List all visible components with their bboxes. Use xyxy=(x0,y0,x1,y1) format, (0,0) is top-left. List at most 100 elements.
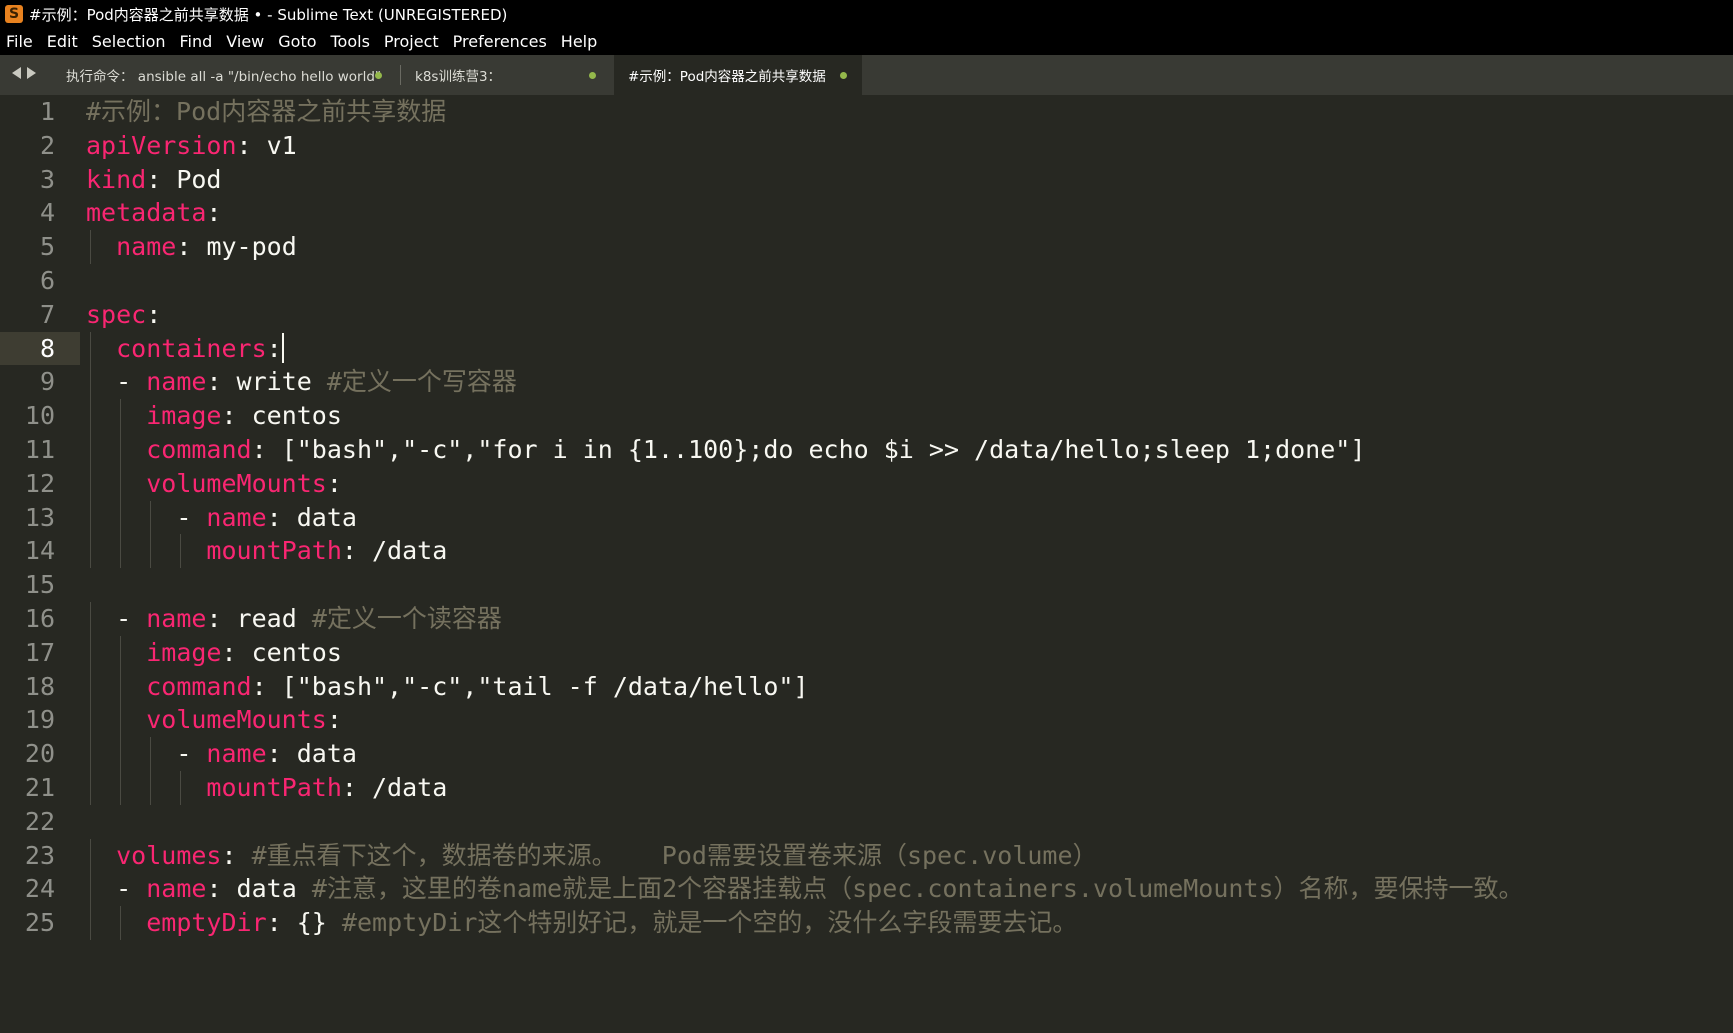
text-cursor xyxy=(281,332,284,363)
code-line[interactable]: metadata: xyxy=(86,196,1524,230)
indent-text xyxy=(86,401,146,430)
code-line[interactable]: volumeMounts: xyxy=(86,703,1524,738)
indent-guide xyxy=(90,770,91,805)
code-line[interactable]: command: ["bash","-c","for i in {1..100}… xyxy=(86,432,1524,467)
code-line[interactable]: - name: data xyxy=(86,500,1524,535)
indent-guide xyxy=(90,432,91,467)
line-number: 21 xyxy=(24,772,55,802)
indent-guide xyxy=(150,534,152,569)
indent-guide xyxy=(90,365,91,400)
code-line[interactable]: volumes: #重点看下这个，数据卷的来源。 Pod需要设置卷来源（spec… xyxy=(86,838,1524,873)
line-number: 11 xyxy=(24,434,55,464)
indent-guide xyxy=(90,601,91,636)
indent-text xyxy=(86,435,146,464)
code-line[interactable] xyxy=(86,568,1524,602)
comment-text: #重点看下这个，数据卷的来源。 Pod需要设置卷来源（spec.volume） xyxy=(251,840,1098,870)
yaml-key: kind xyxy=(86,164,147,194)
yaml-value: Pod xyxy=(161,164,222,194)
colon: : xyxy=(326,468,342,498)
indent-guide xyxy=(90,534,91,569)
indent-guide xyxy=(120,432,122,467)
yaml-key: image xyxy=(146,401,222,431)
line-number-gutter: 1 2 3 4 5 6 7 8 9 10 11 12 13 14 15 16 1… xyxy=(0,95,80,940)
colon: : xyxy=(326,705,342,735)
indent-text xyxy=(86,469,146,498)
colon: : xyxy=(206,874,222,904)
code-line[interactable]: - name: data xyxy=(86,737,1524,771)
tab-ansible-command[interactable]: 执行命令： ansible all -a "/bin/echo hello wo… xyxy=(52,55,397,95)
code-line[interactable]: image: centos xyxy=(86,635,1524,670)
menu-view[interactable]: View xyxy=(219,32,271,51)
line-number: 9 xyxy=(39,367,55,397)
indent-guide xyxy=(120,635,122,670)
colon: : xyxy=(176,232,192,262)
yaml-value xyxy=(237,841,252,870)
code-line[interactable]: containers: xyxy=(86,331,1524,366)
indent-text xyxy=(86,672,146,701)
indent-text xyxy=(86,503,176,532)
code-line[interactable]: kind: Pod xyxy=(86,163,1524,197)
modified-dot-icon xyxy=(375,72,382,79)
yaml-value: centos xyxy=(236,401,342,431)
line-number: 16 xyxy=(24,603,55,633)
yaml-value: data xyxy=(281,739,357,769)
comment-text: #定义一个读容器 xyxy=(311,603,502,633)
code-line[interactable]: - name: read #定义一个读容器 xyxy=(86,601,1524,636)
code-line[interactable] xyxy=(86,805,1524,839)
indent-guide xyxy=(90,906,91,940)
indent-guide xyxy=(150,737,152,771)
arrow-right-icon[interactable] xyxy=(27,67,36,79)
code-line[interactable]: command: ["bash","-c","tail -f /data/hel… xyxy=(86,669,1524,704)
yaml-key: apiVersion xyxy=(86,130,237,160)
menu-preferences[interactable]: Preferences xyxy=(446,32,554,51)
indent-guide xyxy=(120,737,122,771)
menu-tools[interactable]: Tools xyxy=(324,32,377,51)
code-line[interactable]: name: my-pod xyxy=(86,230,1524,264)
code-editor[interactable]: 1 2 3 4 5 6 7 8 9 10 11 12 13 14 15 16 1… xyxy=(0,95,1733,1033)
menu-find[interactable]: Find xyxy=(173,32,220,51)
indent-text xyxy=(86,773,206,802)
code-area[interactable]: #示例：Pod内容器之前共享数据 apiVersion: v1 kind: Pod m… xyxy=(86,95,1524,940)
code-line[interactable]: #示例：Pod内容器之前共享数据 xyxy=(86,95,1524,129)
tab-pod-example[interactable]: #示例：Pod内容器之前共享数据 xyxy=(614,55,862,95)
menu-file[interactable]: File xyxy=(0,32,40,51)
menu-help[interactable]: Help xyxy=(554,32,604,51)
list-dash: - xyxy=(176,502,207,532)
menu-edit[interactable]: Edit xyxy=(40,32,85,51)
empty-line xyxy=(86,807,101,836)
line-number: 6 xyxy=(39,265,55,295)
menu-goto[interactable]: Goto xyxy=(271,32,323,51)
line-number: 19 xyxy=(24,705,55,735)
code-line[interactable]: volumeMounts: xyxy=(86,466,1524,501)
colon: : xyxy=(266,908,282,938)
indent-guide xyxy=(90,230,91,264)
line-number: 13 xyxy=(24,502,55,532)
line-number: 5 xyxy=(39,232,55,262)
indent-guide xyxy=(120,669,122,704)
indent-guide xyxy=(120,466,122,501)
colon: : xyxy=(341,772,357,802)
colon: : xyxy=(221,840,237,870)
yaml-value: data xyxy=(221,874,312,904)
tab-k8s-training[interactable]: k8s训练营3： xyxy=(401,55,611,95)
line-number: 7 xyxy=(39,299,55,329)
code-line[interactable]: apiVersion: v1 xyxy=(86,129,1524,163)
code-line[interactable]: mountPath: /data xyxy=(86,770,1524,805)
code-line[interactable]: image: centos xyxy=(86,399,1524,433)
arrow-left-icon[interactable] xyxy=(12,67,21,79)
code-line[interactable]: - name: data #注意，这里的卷name就是上面2个容器挂载点（spe… xyxy=(86,872,1524,907)
code-line[interactable]: spec: xyxy=(86,298,1524,332)
code-line[interactable]: mountPath: /data xyxy=(86,534,1524,569)
code-line[interactable]: - name: write #定义一个写容器 xyxy=(86,365,1524,400)
yaml-value: /data xyxy=(356,536,448,566)
menu-project[interactable]: Project xyxy=(377,32,446,51)
indent-guide xyxy=(120,399,122,433)
menu-selection[interactable]: Selection xyxy=(85,32,173,51)
tab-label: k8s训练营3： xyxy=(415,69,502,85)
yaml-value: v1 xyxy=(251,130,297,160)
line-number: 3 xyxy=(39,164,55,194)
code-line[interactable]: emptyDir: {} #emptyDir这个特别好记，就是一个空的，没什么字… xyxy=(86,906,1524,940)
code-line[interactable] xyxy=(86,264,1524,298)
window-title: #示例：Pod内容器之前共享数据 • - Sublime Text (UNREG… xyxy=(29,5,508,24)
colon: : xyxy=(266,502,282,532)
